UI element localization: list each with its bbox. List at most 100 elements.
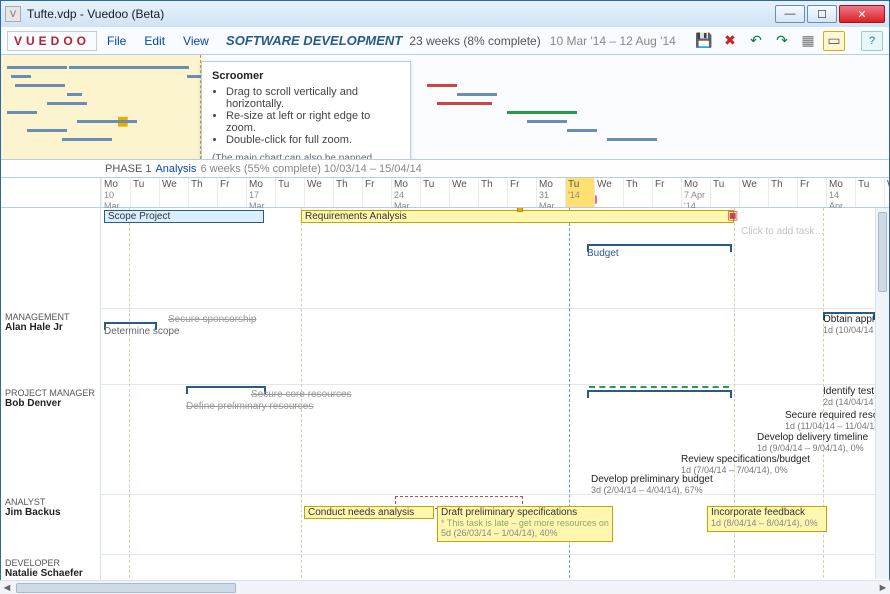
scroll-left-icon[interactable]: ◄ <box>0 582 14 594</box>
role-name-pm: Bob Denver <box>5 398 97 409</box>
window-minimize-button[interactable]: — <box>775 5 805 23</box>
timescale-day: Fr <box>652 178 681 207</box>
timescale-day: Th <box>188 178 217 207</box>
role-name-analyst: Jim Backus <box>5 507 97 518</box>
role-title-analyst: ANALYST <box>5 497 97 507</box>
window-close-button[interactable]: ✕ <box>839 5 885 23</box>
timescale-day: We <box>449 178 478 207</box>
timescale-day: We <box>159 178 188 207</box>
role-title-management: MANAGEMENT <box>5 312 97 322</box>
scroomer-tooltip-heading: Scroomer <box>212 70 400 82</box>
phase-strip: PHASE 1 Analysis 6 weeks (55% complete) … <box>1 160 889 178</box>
tasks-icon[interactable]: ▦ <box>797 31 819 51</box>
redo-icon[interactable]: ↷ <box>771 31 793 51</box>
window-maximize-button[interactable]: ☐ <box>807 5 837 23</box>
timescale-day: Fr <box>507 178 536 207</box>
task-determine-scope: Determine scope <box>104 326 180 337</box>
timescale-day: Tu <box>855 178 884 207</box>
vertical-scrollbar-thumb[interactable] <box>878 212 887 292</box>
task-secure-core: Secure core resources <box>251 389 352 400</box>
timescale-day: We <box>594 178 623 207</box>
help-icon[interactable]: ? <box>861 31 883 51</box>
task-define-prelim: Define preliminary resources <box>186 401 313 412</box>
timescale-day: We <box>739 178 768 207</box>
budget-label: Budget <box>587 248 619 259</box>
timescale-day: Tu <box>420 178 449 207</box>
timescale-day: Mo31 Mar '14 <box>536 178 565 207</box>
phase-details: 6 weeks (55% complete) 10/03/14 – 15/04/… <box>200 163 421 175</box>
window-titlebar: V Tufte.vdp - Vuedoo (Beta) — ☐ ✕ <box>1 1 889 27</box>
task-secure-required: Secure required resour <box>785 410 887 421</box>
task-resize-handle[interactable] <box>517 208 523 212</box>
save-icon[interactable]: 💾 <box>693 31 715 51</box>
app-logo: VUEDOO <box>7 31 97 51</box>
timescale-day: Th <box>333 178 362 207</box>
phase-name-link[interactable]: Analysis <box>155 163 196 175</box>
task-develop-delivery: Develop delivery timeline <box>757 432 868 443</box>
timescale-day: Tu <box>710 178 739 207</box>
phase-prefix: PHASE 1 <box>105 163 151 175</box>
timescale-header[interactable]: TODAY Mo10 Mar '14TuWeThFrMo17 Mar '14Tu… <box>1 178 889 208</box>
timescale-day: Tu <box>275 178 304 207</box>
horizontal-scrollbar-thumb[interactable] <box>16 583 236 593</box>
timescale-day: We <box>304 178 333 207</box>
project-info: SOFTWARE DEVELOPMENT 23 weeks (8% comple… <box>219 33 683 48</box>
timescale-day: Th <box>623 178 652 207</box>
task-develop-budget: Develop preliminary budget <box>591 474 713 485</box>
task-develop-budget-sub: 3d (2/04/14 – 4/04/14), 67% <box>591 485 703 495</box>
timescale-day: Tu <box>130 178 159 207</box>
app-toolbar: VUEDOO File Edit View SOFTWARE DEVELOPME… <box>1 27 889 55</box>
task-incorporate[interactable]: Incorporate feedback 1d (8/04/14 – 8/04/… <box>707 506 827 532</box>
task-scope-project[interactable]: Scope Project <box>104 210 264 223</box>
timescale-day: We <box>884 178 890 207</box>
timescale-day: Tu'14 <box>565 178 594 207</box>
task-develop-delivery-sub: 1d (9/04/14 – 9/04/14), 0% <box>757 443 864 453</box>
pm-bracket-2[interactable] <box>587 390 732 396</box>
timescale-day: Fr <box>362 178 391 207</box>
timescale-day: Fr <box>217 178 246 207</box>
task-secure-required-sub: 1d (11/04/14 – 11/04/14 <box>785 421 879 431</box>
vertical-scrollbar[interactable] <box>875 208 889 579</box>
menu-file[interactable]: File <box>107 34 126 48</box>
green-progress-line <box>589 386 729 388</box>
project-title: SOFTWARE DEVELOPMENT <box>226 33 402 48</box>
role-title-pm: PROJECT MANAGER <box>5 388 97 398</box>
task-draft-specs[interactable]: Draft preliminary specifications * This … <box>437 506 613 542</box>
scroomer-tip-1: Drag to scroll vertically and horizontal… <box>226 86 400 110</box>
task-conduct-needs[interactable]: Conduct needs analysis <box>304 506 434 519</box>
scroomer-tip-2: Re-size at left or right edge to zoom. <box>226 110 400 134</box>
task-review-specs: Review specifications/budget <box>681 454 810 465</box>
gantt-grid[interactable]: MANAGEMENT Alan Hale Jr PROJECT MANAGER … <box>1 208 889 593</box>
role-column: MANAGEMENT Alan Hale Jr PROJECT MANAGER … <box>1 208 101 593</box>
horizontal-scrollbar[interactable]: ◄ ► <box>0 580 890 594</box>
role-name-dev: Natalie Schaefer <box>5 568 97 579</box>
role-title-dev: DEVELOPER <box>5 558 97 568</box>
window-title: Tufte.vdp - Vuedoo (Beta) <box>27 7 164 21</box>
project-stats: 23 weeks (8% complete) <box>409 34 540 48</box>
scroomer-tip-3: Double-click for full zoom. <box>226 134 400 146</box>
overview-icon[interactable]: ▭ <box>823 31 845 51</box>
milestone-icon[interactable]: ▣ <box>727 210 737 220</box>
timescale-day: Mo24 Mar '14 <box>391 178 420 207</box>
timescale-day: Mo7 Apr '14 <box>681 178 710 207</box>
app-icon: V <box>5 6 21 22</box>
scroomer-overview <box>1 55 889 159</box>
delete-icon[interactable]: ✖ <box>719 31 741 51</box>
timescale-day: Th <box>768 178 797 207</box>
scroomer-tooltip: Scroomer Drag to scroll vertically and h… <box>201 61 411 160</box>
scroll-right-icon[interactable]: ► <box>876 582 890 594</box>
timescale-day: Mo14 Apr '14 <box>826 178 855 207</box>
project-dates: 10 Mar '14 – 12 Aug '14 <box>550 34 676 48</box>
add-task-placeholder[interactable]: Click to add task… <box>741 226 824 237</box>
undo-icon[interactable]: ↶ <box>745 31 767 51</box>
timescale-day: Mo10 Mar '14 <box>101 178 130 207</box>
menu-edit[interactable]: Edit <box>144 34 165 48</box>
timescale-day: Fr <box>797 178 826 207</box>
task-secure-sponsorship: Secure sponsorship <box>168 314 256 325</box>
timescale-day: Th <box>478 178 507 207</box>
timescale-day: Mo17 Mar '14 <box>246 178 275 207</box>
scroomer-tip-note: (The main chart can also be panned direc… <box>212 152 400 160</box>
role-name-management: Alan Hale Jr <box>5 322 97 333</box>
scroomer-panel[interactable]: ◆ Scroomer Drag to scroll vertically and… <box>1 55 889 160</box>
menu-view[interactable]: View <box>183 34 209 48</box>
